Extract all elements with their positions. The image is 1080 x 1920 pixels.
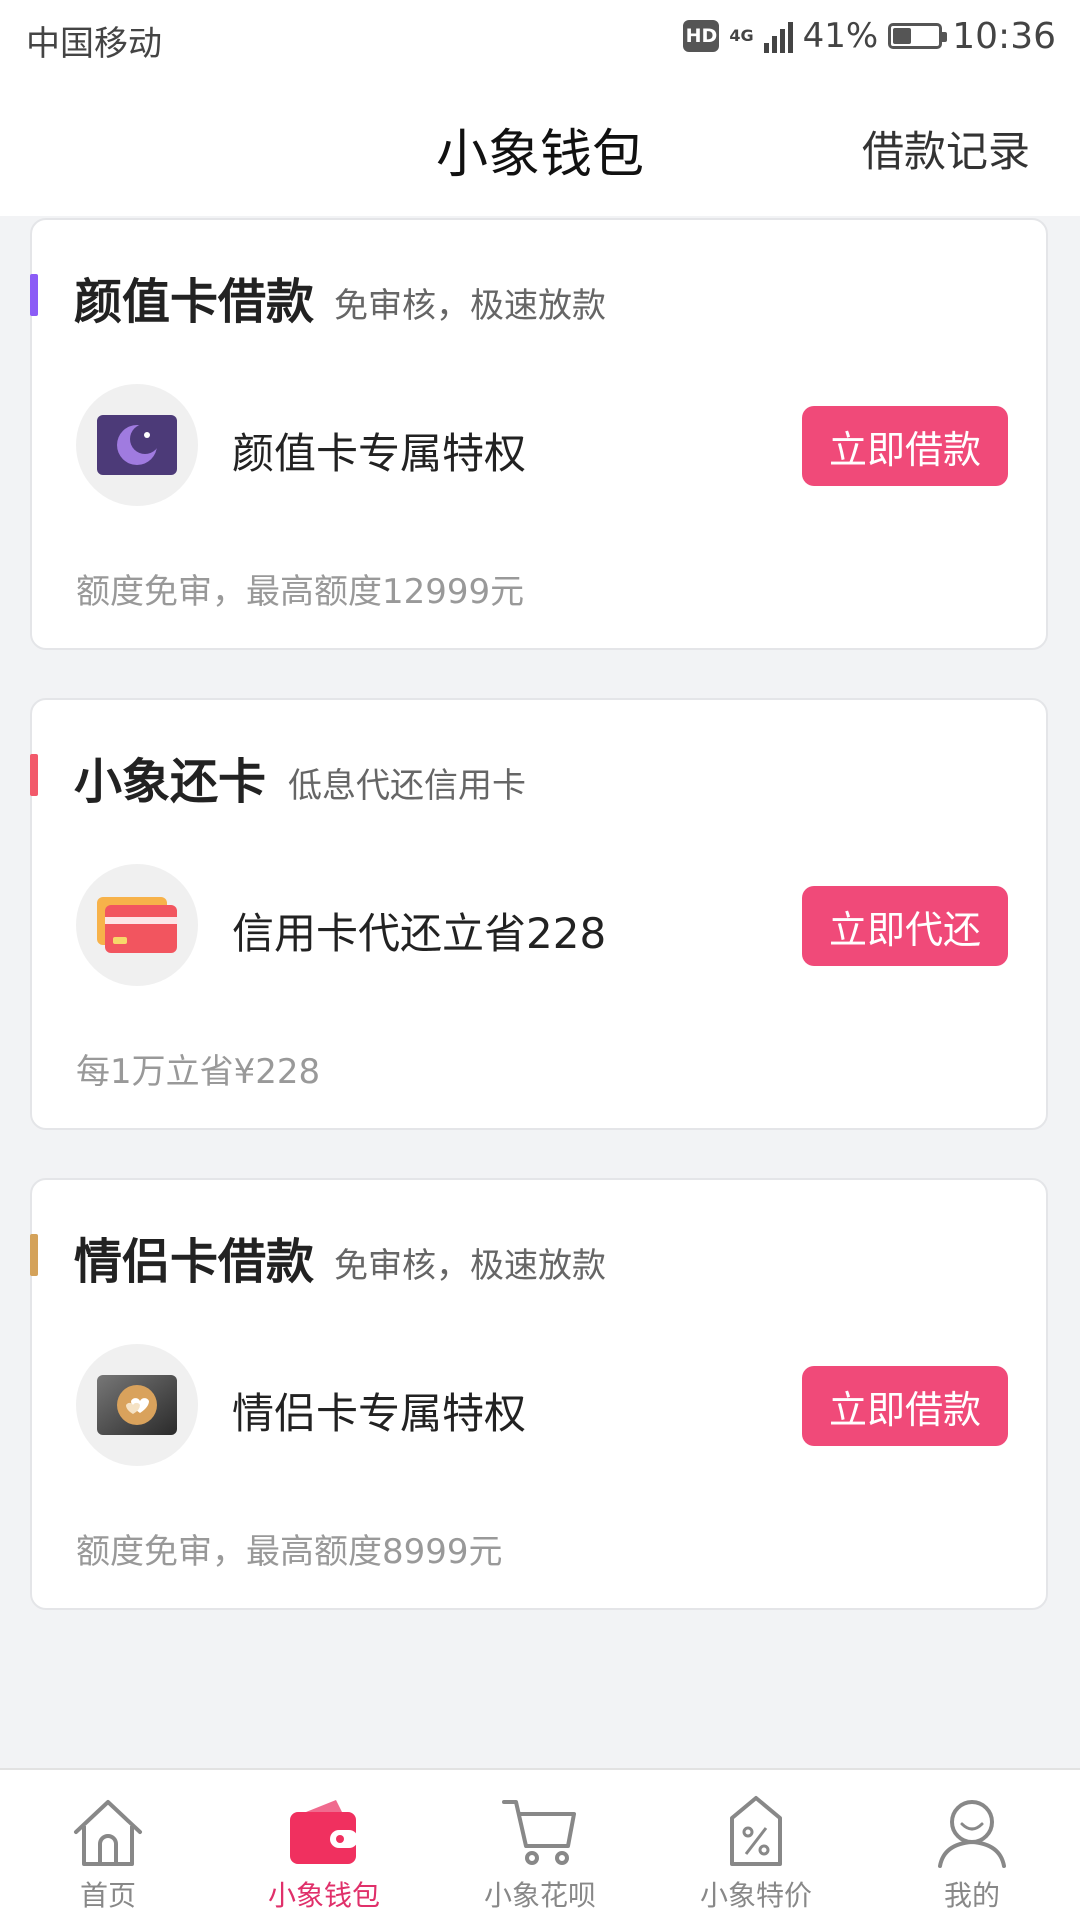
tab-label: 首页 bbox=[79, 1879, 136, 1912]
bottom-tab-bar: 首页 小象钱包 小象花呗 小象特价 我的 bbox=[0, 1768, 1080, 1920]
battery-icon bbox=[888, 23, 948, 49]
cart-icon bbox=[502, 1800, 576, 1865]
card-subtitle: 低息代还信用卡 bbox=[288, 766, 526, 806]
tab-label: 小象钱包 bbox=[267, 1879, 380, 1912]
card-title: 小象还卡 bbox=[74, 754, 267, 810]
card-footnote: 每1万立省¥228 bbox=[76, 1052, 321, 1092]
tab-label: 小象花呗 bbox=[483, 1879, 596, 1912]
battery-percent: 41% bbox=[802, 16, 879, 56]
repay-now-button[interactable]: 立即代还 bbox=[802, 886, 1008, 966]
card-accent-bar bbox=[30, 754, 38, 796]
card-accent-bar bbox=[30, 274, 38, 316]
borrow-now-button[interactable]: 立即借款 bbox=[802, 1366, 1008, 1446]
profile-icon bbox=[938, 1800, 1006, 1868]
card-title: 颜值卡借款 bbox=[74, 274, 315, 330]
credit-card-icon bbox=[76, 864, 198, 986]
carrier-name: 中国移动 bbox=[26, 24, 162, 64]
loan-card-couple: 情侣卡借款 免审核，极速放款 情侣卡专属特权 立即借款 额度免审，最高额度899… bbox=[30, 1178, 1048, 1610]
card-accent-bar bbox=[30, 1234, 38, 1276]
tab-huabei[interactable]: 小象花呗 bbox=[432, 1770, 648, 1920]
status-bar: 中国移动 HD 4G 41% 10:36 bbox=[0, 0, 1080, 76]
card-feature: 颜值卡专属特权 bbox=[232, 429, 527, 478]
nav-bar: 小象钱包 借款记录 bbox=[0, 76, 1080, 216]
moon-card-icon bbox=[76, 384, 198, 506]
heart-card-icon bbox=[76, 1344, 198, 1466]
loan-card-repay: 小象还卡 低息代还信用卡 信用卡代还立省228 立即代还 每1万立省¥228 bbox=[30, 698, 1048, 1130]
clock: 10:36 bbox=[952, 15, 1056, 57]
loan-records-link[interactable]: 借款记录 bbox=[862, 118, 1030, 179]
card-footnote: 额度免审，最高额度12999元 bbox=[76, 572, 525, 612]
card-subtitle: 免审核，极速放款 bbox=[334, 286, 606, 326]
card-footnote: 额度免审，最高额度8999元 bbox=[76, 1532, 503, 1572]
hd-badge: HD bbox=[683, 20, 720, 52]
tab-profile[interactable]: 我的 bbox=[864, 1770, 1080, 1920]
network-type: 4G bbox=[729, 26, 754, 45]
tab-home[interactable]: 首页 bbox=[0, 1770, 216, 1920]
card-subtitle: 免审核，极速放款 bbox=[334, 1246, 606, 1286]
tab-discount[interactable]: 小象特价 bbox=[648, 1770, 864, 1920]
status-indicators: HD 4G 41% 10:36 bbox=[683, 14, 1056, 58]
home-icon bbox=[74, 1800, 142, 1866]
discount-tag-icon bbox=[730, 1796, 782, 1866]
wallet-icon bbox=[290, 1800, 358, 1864]
tab-label: 我的 bbox=[943, 1879, 1000, 1912]
borrow-now-button[interactable]: 立即借款 bbox=[802, 406, 1008, 486]
card-feature: 情侣卡专属特权 bbox=[232, 1389, 527, 1438]
signal-icon bbox=[763, 19, 793, 53]
loan-card-beauty: 颜值卡借款 免审核，极速放款 颜值卡专属特权 立即借款 额度免审，最高额度129… bbox=[30, 218, 1048, 650]
tab-label: 小象特价 bbox=[699, 1879, 812, 1912]
card-title: 情侣卡借款 bbox=[74, 1234, 315, 1290]
tab-wallet[interactable]: 小象钱包 bbox=[216, 1770, 432, 1920]
card-feature: 信用卡代还立省228 bbox=[232, 909, 607, 958]
